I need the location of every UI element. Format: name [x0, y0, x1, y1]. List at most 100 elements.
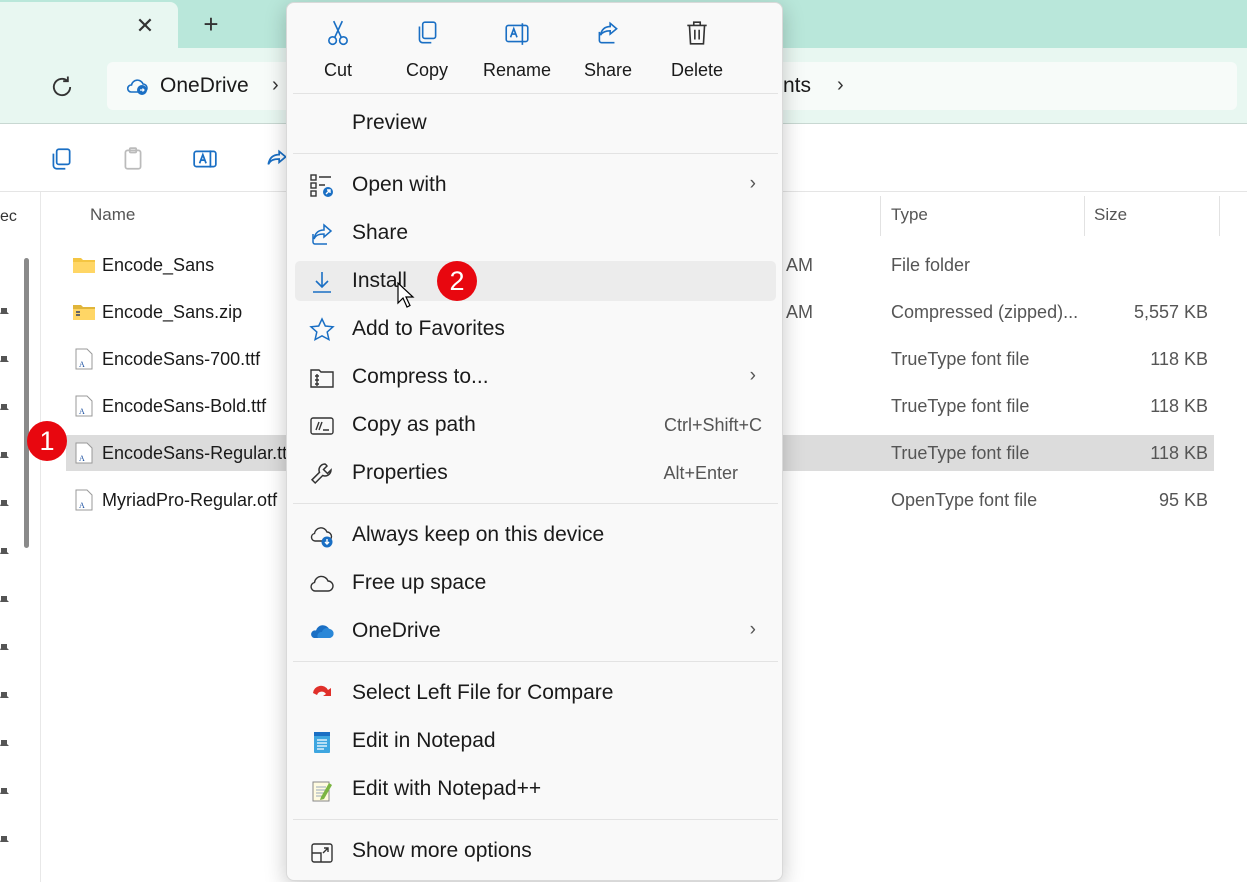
- open-with-icon: [310, 174, 333, 197]
- rename-icon[interactable]: [192, 146, 218, 172]
- open-external-icon: [311, 843, 333, 863]
- file-name: Encode_Sans: [102, 255, 215, 275]
- svg-text:A: A: [79, 360, 85, 369]
- menu-item-compress[interactable]: Compress to... ›: [295, 357, 776, 397]
- svg-text:A: A: [79, 501, 85, 510]
- trash-icon: [687, 21, 707, 45]
- file-size: 95 KB: [1158, 490, 1208, 510]
- pin-icon: [0, 644, 9, 650]
- menu-item-label: Edit in Notepad: [352, 729, 496, 752]
- share-icon: [598, 21, 618, 44]
- chevron-right-icon: ›: [749, 365, 756, 386]
- menu-item-label: Share: [352, 221, 409, 244]
- menu-item-onedrive[interactable]: OneDrive ›: [295, 611, 776, 651]
- column-header-type[interactable]: Type: [891, 205, 928, 225]
- menu-item-open-with[interactable]: Open with ›: [295, 165, 776, 205]
- menu-item-properties[interactable]: Properties Alt+Enter: [295, 453, 776, 493]
- pin-icon: [0, 548, 9, 554]
- onedrive-sync-icon: [126, 79, 148, 95]
- file-name: Encode_Sans.zip: [102, 302, 243, 322]
- close-tab-icon[interactable]: ✕: [133, 14, 157, 38]
- delete-label: Delete: [670, 60, 724, 80]
- font-file-icon: A: [75, 348, 93, 370]
- file-name: EncodeSans-700.ttf: [102, 349, 261, 369]
- column-divider[interactable]: [1084, 196, 1085, 236]
- column-header-size[interactable]: Size: [1094, 205, 1127, 225]
- file-size: 118 KB: [1150, 443, 1208, 463]
- menu-item-label: Properties: [352, 461, 448, 484]
- pin-icon: [0, 500, 9, 506]
- scissors-icon: [328, 20, 348, 46]
- breadcrumb-separator[interactable]: ›: [837, 74, 844, 97]
- copy-icon: [418, 21, 437, 44]
- breadcrumb-onedrive[interactable]: OneDrive: [160, 74, 249, 98]
- share-label: Share: [583, 60, 633, 80]
- folder-icon: [73, 258, 95, 273]
- column-divider[interactable]: [1219, 196, 1220, 236]
- menu-item-shortcut: Alt+Enter: [663, 463, 738, 483]
- breadcrumb-separator[interactable]: ›: [272, 74, 279, 97]
- file-size: 118 KB: [1150, 396, 1208, 416]
- menu-item-install[interactable]: Install: [295, 261, 776, 301]
- file-name: MyriadPro-Regular.otf: [102, 490, 278, 510]
- chevron-right-icon: ›: [749, 173, 756, 194]
- menu-item-label: Show more options: [352, 839, 532, 862]
- file-name: EncodeSans-Regular.ttf: [102, 443, 293, 463]
- download-icon: [313, 272, 331, 293]
- zip-folder-icon: [310, 369, 334, 388]
- copy-label: Copy: [405, 60, 449, 80]
- menu-item-label: Edit with Notepad++: [352, 777, 542, 800]
- menu-item-label: OneDrive: [352, 619, 441, 642]
- delete-button[interactable]: Delete: [652, 19, 742, 89]
- copy-icon[interactable]: [48, 146, 74, 172]
- menu-item-shortcut: Ctrl+Shift+C: [663, 415, 762, 435]
- cut-label: Cut: [323, 60, 352, 80]
- breadcrumb-documents[interactable]: nts: [783, 74, 811, 98]
- menu-item-compare[interactable]: Select Left File for Compare: [295, 673, 776, 713]
- menu-item-add-favorites[interactable]: Add to Favorites: [295, 309, 776, 349]
- navigation-pane: ec: [0, 192, 41, 882]
- menu-item-label: Select Left File for Compare: [352, 681, 614, 704]
- nav-item-label[interactable]: ec: [0, 208, 17, 226]
- paste-icon: [124, 147, 142, 170]
- copy-button[interactable]: Copy: [382, 19, 472, 89]
- star-icon: [309, 317, 335, 342]
- notepadpp-icon: [312, 781, 332, 802]
- menu-item-free-up-space[interactable]: Free up space: [295, 563, 776, 603]
- file-type: File folder: [891, 255, 971, 275]
- nav-scrollbar[interactable]: [24, 258, 29, 548]
- menu-item-show-more-options[interactable]: Show more options: [295, 831, 776, 871]
- menu-item-label: Compress to...: [352, 365, 489, 388]
- pin-icon: [0, 596, 9, 602]
- font-file-icon: A: [75, 395, 93, 417]
- file-type: TrueType font file: [891, 443, 1030, 463]
- pin-icon: [0, 692, 9, 698]
- chevron-right-icon: ›: [749, 619, 756, 640]
- menu-item-edit-notepad[interactable]: Edit in Notepad: [295, 721, 776, 761]
- column-divider[interactable]: [880, 196, 881, 236]
- file-size: 5,557 KB: [1133, 302, 1208, 322]
- zip-folder-icon: [73, 305, 95, 320]
- menu-item-edit-notepadpp[interactable]: Edit with Notepad++: [295, 769, 776, 809]
- active-tab[interactable]: ✕: [0, 2, 178, 48]
- rename-label: Rename: [482, 60, 552, 80]
- svg-text:A: A: [79, 454, 85, 463]
- column-header-name[interactable]: Name: [90, 205, 135, 225]
- menu-divider: [293, 153, 778, 154]
- menu-item-keep-on-device[interactable]: Always keep on this device: [295, 515, 776, 555]
- menu-item-preview[interactable]: Preview: [295, 103, 776, 143]
- file-size: 118 KB: [1150, 349, 1208, 369]
- cloud-icon: [310, 575, 334, 592]
- rename-button[interactable]: Rename: [472, 19, 562, 89]
- new-tab-icon[interactable]: +: [199, 11, 223, 37]
- pin-icon: [0, 404, 9, 410]
- menu-divider: [293, 93, 778, 94]
- share-button[interactable]: Share: [563, 19, 653, 89]
- cut-button[interactable]: Cut: [293, 19, 383, 89]
- pin-icon: [0, 452, 9, 458]
- file-type: OpenType font file: [891, 490, 1038, 510]
- menu-item-copy-as-path[interactable]: Copy as path Ctrl+Shift+C: [295, 405, 776, 445]
- menu-item-share[interactable]: Share: [295, 213, 776, 253]
- refresh-icon[interactable]: [48, 73, 76, 101]
- menu-item-label: Always keep on this device: [352, 523, 605, 546]
